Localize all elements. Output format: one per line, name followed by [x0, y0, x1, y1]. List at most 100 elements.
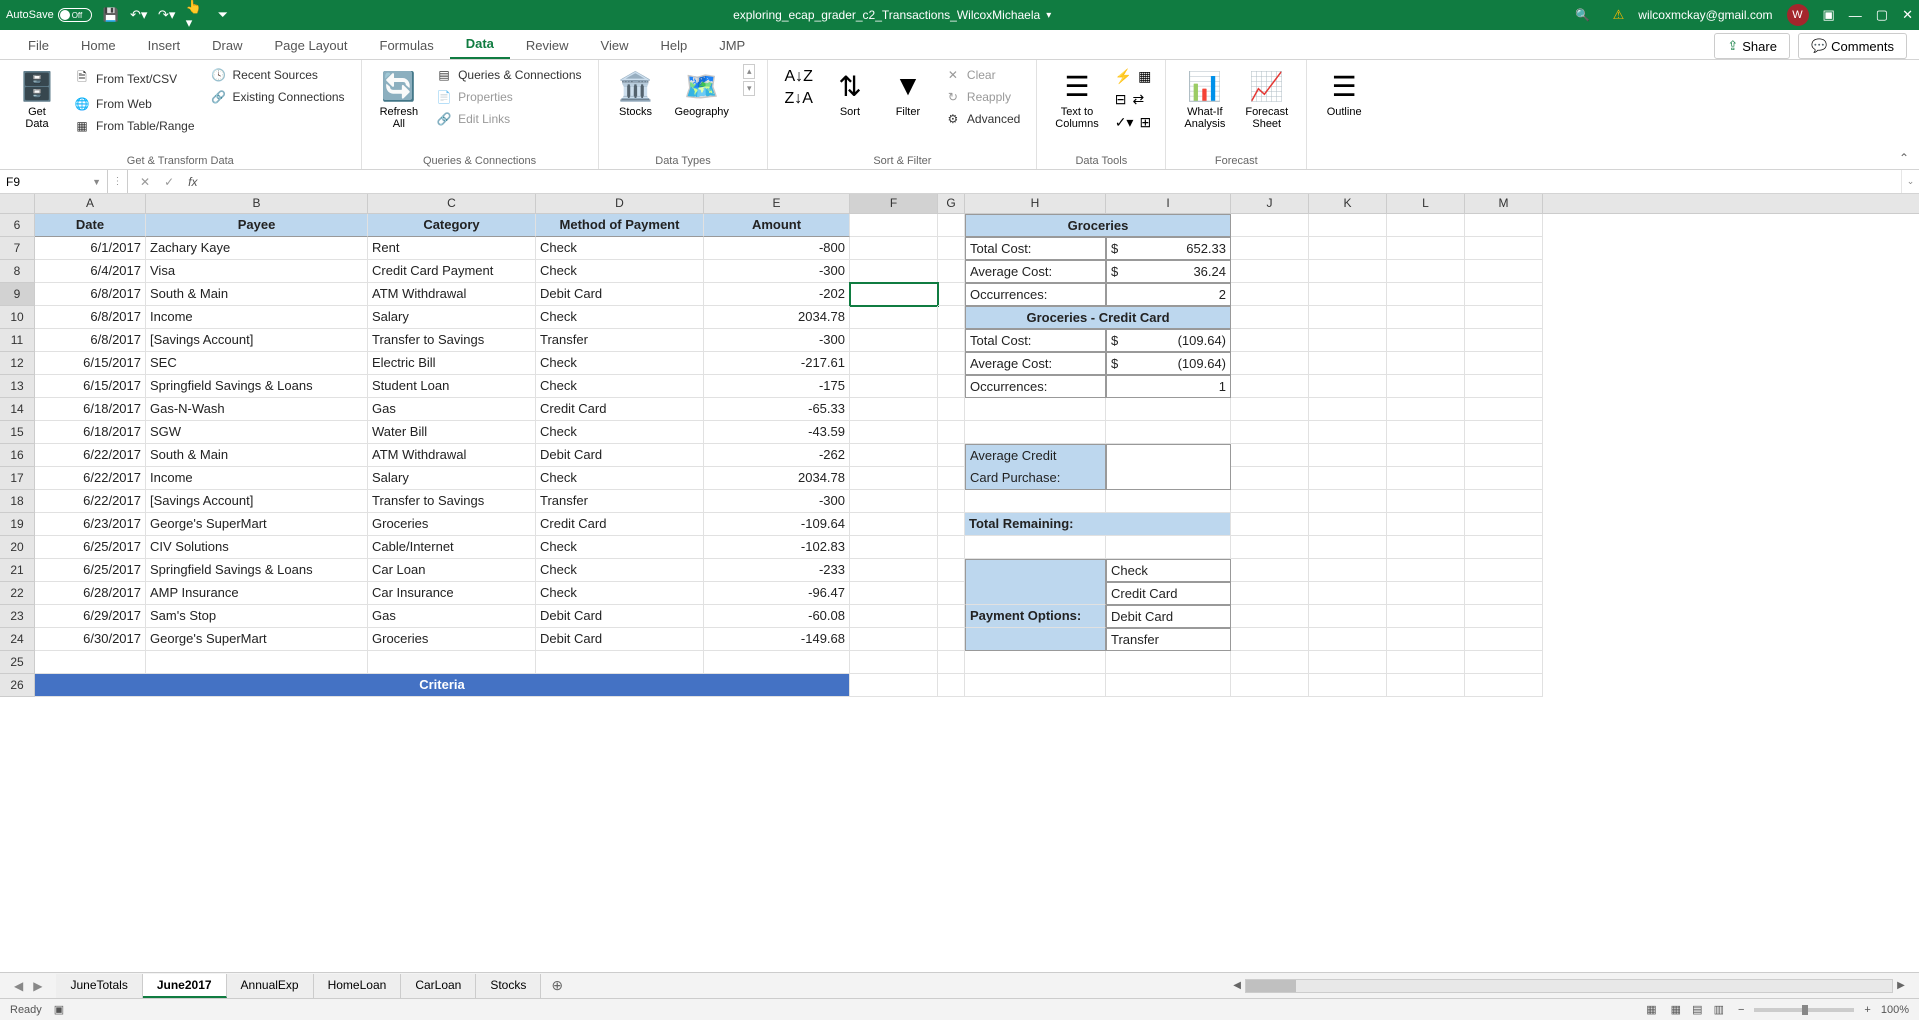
undo-icon[interactable]: ↶▾: [130, 6, 148, 24]
row-header-25[interactable]: 25: [0, 651, 35, 674]
cell-payee[interactable]: Springfield Savings & Loans: [146, 559, 368, 582]
collapse-ribbon-icon[interactable]: ⌃: [1899, 151, 1909, 165]
cell-category[interactable]: Credit Card Payment: [368, 260, 536, 283]
cell-F21[interactable]: [850, 559, 938, 582]
cell-payee[interactable]: Sam's Stop: [146, 605, 368, 628]
cell-amount[interactable]: 2034.78: [704, 306, 850, 329]
cell-F13[interactable]: [850, 375, 938, 398]
cell-category[interactable]: Groceries: [368, 513, 536, 536]
redo-icon[interactable]: ↷▾: [158, 6, 176, 24]
cell-category[interactable]: Transfer to Savings: [368, 329, 536, 352]
page-break-icon[interactable]: ▥: [1710, 1004, 1728, 1016]
col-header-G[interactable]: G: [938, 194, 965, 213]
page-layout-icon[interactable]: ▤: [1688, 1004, 1706, 1016]
select-all-corner[interactable]: [0, 194, 35, 213]
cell-method[interactable]: Debit Card: [536, 444, 704, 467]
tab-data[interactable]: Data: [450, 30, 510, 59]
tab-home[interactable]: Home: [65, 32, 132, 59]
row-header-22[interactable]: 22: [0, 582, 35, 605]
sheet-tab-AnnualExp[interactable]: AnnualExp: [227, 974, 314, 998]
cell-category[interactable]: Salary: [368, 306, 536, 329]
clear-filter[interactable]: ✕Clear: [941, 66, 1024, 84]
cell-method[interactable]: Check: [536, 421, 704, 444]
row-header-17[interactable]: 17: [0, 467, 35, 490]
cell-payee[interactable]: Zachary Kaye: [146, 237, 368, 260]
cell-category[interactable]: Student Loan: [368, 375, 536, 398]
cell-payee[interactable]: Income: [146, 306, 368, 329]
cell-category[interactable]: Transfer to Savings: [368, 490, 536, 513]
tab-file[interactable]: File: [12, 32, 65, 59]
cell-F24[interactable]: [850, 628, 938, 651]
cell-date[interactable]: 6/30/2017: [35, 628, 146, 651]
reapply-filter[interactable]: ↻Reapply: [941, 88, 1024, 106]
from-text-csv[interactable]: 🗎From Text/CSV: [70, 66, 199, 91]
col-header-I[interactable]: I: [1106, 194, 1231, 213]
cell-method[interactable]: Check: [536, 352, 704, 375]
relationships-icon[interactable]: ⇄: [1130, 89, 1146, 110]
cell-F7[interactable]: [850, 237, 938, 260]
close-icon[interactable]: ✕: [1902, 7, 1913, 23]
row-header-13[interactable]: 13: [0, 375, 35, 398]
cell-date[interactable]: 6/8/2017: [35, 306, 146, 329]
row-header-9[interactable]: 9: [0, 283, 35, 306]
queries-connections[interactable]: ▤Queries & Connections: [432, 66, 585, 84]
fx-icon[interactable]: fx: [188, 175, 197, 189]
scroll-down-icon[interactable]: ▾: [743, 81, 756, 96]
cell-date[interactable]: 6/29/2017: [35, 605, 146, 628]
col-header-A[interactable]: A: [35, 194, 146, 213]
edit-links[interactable]: 🔗Edit Links: [432, 110, 585, 128]
cell-date[interactable]: 6/23/2017: [35, 513, 146, 536]
save-icon[interactable]: 💾: [102, 6, 120, 24]
row-header-16[interactable]: 16: [0, 444, 35, 467]
cell-payee[interactable]: [Savings Account]: [146, 490, 368, 513]
cell-amount[interactable]: -202: [704, 283, 850, 306]
sheet-tab-JuneTotals[interactable]: JuneTotals: [56, 974, 142, 998]
cell-amount[interactable]: -300: [704, 329, 850, 352]
cell-F9[interactable]: [850, 283, 938, 306]
cell-category[interactable]: Water Bill: [368, 421, 536, 444]
cancel-formula-icon[interactable]: ✕: [140, 175, 150, 189]
row-header-21[interactable]: 21: [0, 559, 35, 582]
sort-desc-icon[interactable]: Z↓A: [784, 90, 812, 108]
col-header-K[interactable]: K: [1309, 194, 1387, 213]
cell-date[interactable]: 6/15/2017: [35, 375, 146, 398]
avatar[interactable]: W: [1787, 4, 1809, 26]
sheet-tab-HomeLoan[interactable]: HomeLoan: [314, 974, 402, 998]
row-header-24[interactable]: 24: [0, 628, 35, 651]
cell-category[interactable]: Gas: [368, 605, 536, 628]
cell-F22[interactable]: [850, 582, 938, 605]
from-table-range[interactable]: ▦From Table/Range: [70, 117, 199, 135]
comments-button[interactable]: 💬Comments: [1798, 33, 1907, 59]
cell-F18[interactable]: [850, 490, 938, 513]
cell-method[interactable]: Check: [536, 375, 704, 398]
normal-view-icon[interactable]: ▦: [1667, 1004, 1685, 1016]
user-email[interactable]: wilcoxmckay@gmail.com: [1638, 8, 1772, 22]
warning-icon[interactable]: ⚠: [1613, 7, 1625, 23]
cell-date[interactable]: 6/4/2017: [35, 260, 146, 283]
tab-formulas[interactable]: Formulas: [364, 32, 450, 59]
hscroll-right-icon[interactable]: ▶: [1893, 980, 1909, 991]
cell-F12[interactable]: [850, 352, 938, 375]
expand-formula-icon[interactable]: ⌄: [1901, 170, 1919, 193]
name-box[interactable]: F9▼: [0, 170, 108, 193]
table-header[interactable]: Category: [368, 214, 536, 237]
cell-date[interactable]: 6/8/2017: [35, 283, 146, 306]
cell-method[interactable]: Check: [536, 536, 704, 559]
zoom-level[interactable]: 100%: [1881, 1004, 1909, 1016]
row-header-6[interactable]: 6: [0, 214, 35, 237]
refresh-all-button[interactable]: 🔄Refresh All: [374, 64, 425, 134]
forecast-sheet-button[interactable]: 📈Forecast Sheet: [1239, 64, 1294, 134]
cell-amount[interactable]: -262: [704, 444, 850, 467]
cell-method[interactable]: Check: [536, 306, 704, 329]
cell-F11[interactable]: [850, 329, 938, 352]
cell-date[interactable]: 6/22/2017: [35, 467, 146, 490]
cell-amount[interactable]: -300: [704, 260, 850, 283]
cell-amount[interactable]: -149.68: [704, 628, 850, 651]
cell-method[interactable]: Debit Card: [536, 628, 704, 651]
cell-method[interactable]: Credit Card: [536, 513, 704, 536]
tab-jmp[interactable]: JMP: [703, 32, 761, 59]
flash-fill-icon[interactable]: ⚡: [1113, 66, 1134, 87]
cell-payee[interactable]: George's SuperMart: [146, 513, 368, 536]
table-header[interactable]: Payee: [146, 214, 368, 237]
cell-F16[interactable]: [850, 444, 938, 467]
